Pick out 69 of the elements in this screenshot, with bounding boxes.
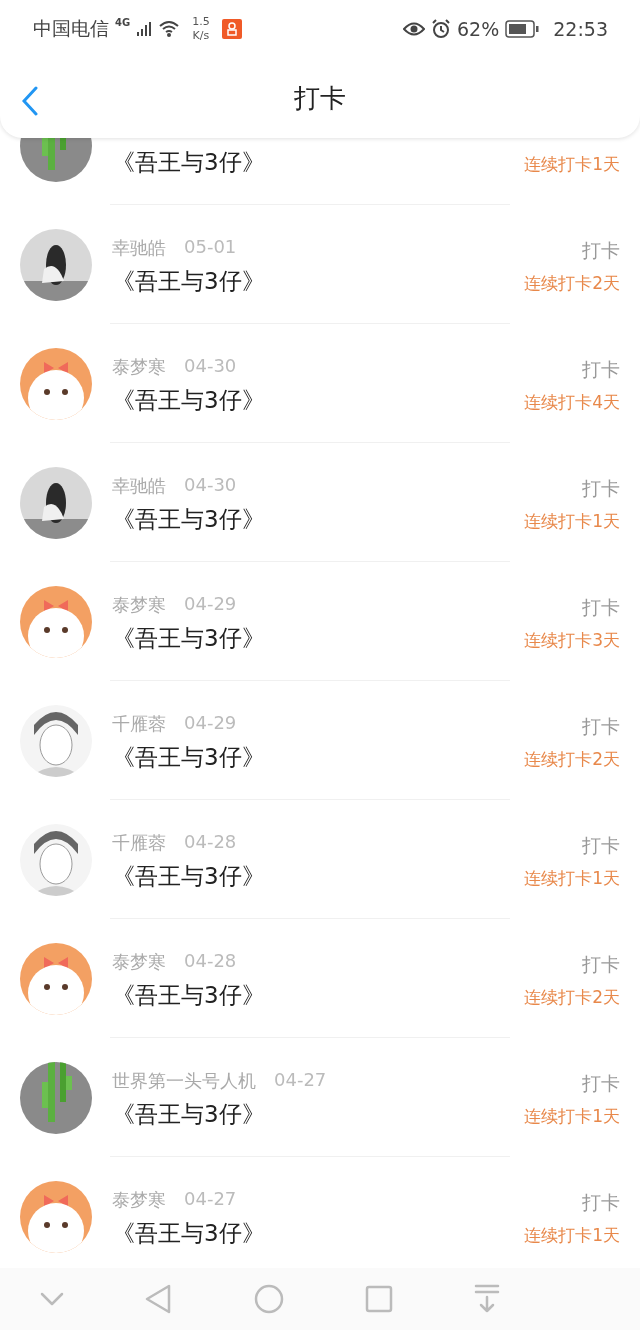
check-in-label: 打卡: [582, 595, 620, 620]
chevron-down-icon: [40, 1292, 65, 1306]
check-in-date: 04-29: [184, 593, 237, 616]
streak-label: 连续打卡2天: [524, 986, 620, 1009]
network-type: 4G: [115, 17, 131, 28]
book-title: 《吾王与3仔》: [112, 386, 266, 415]
streak-label: 连续打卡1天: [524, 1224, 620, 1247]
app-icon: [221, 19, 242, 39]
collapse-button[interactable]: [40, 1292, 65, 1306]
check-in-label: 打卡: [582, 714, 620, 739]
check-in-label: 打卡: [582, 1190, 620, 1215]
circle-home-icon: [254, 1284, 284, 1314]
streak-label: 连续打卡4天: [524, 391, 620, 414]
page-title: 打卡: [294, 81, 346, 115]
book-title: 《吾王与3仔》: [112, 862, 266, 891]
user-name: 泰梦寒: [112, 355, 166, 379]
alarm-icon: [431, 19, 451, 39]
pull-down-icon: [473, 1284, 500, 1314]
check-in-label: 打卡: [582, 476, 620, 501]
signal-icon: [136, 21, 153, 37]
notification-button[interactable]: [473, 1284, 500, 1314]
book-title: 《吾王与3仔》: [112, 743, 266, 772]
user-name: 世界第一头号人机: [112, 1069, 256, 1093]
battery-percent: 62%: [457, 18, 500, 40]
streak-label: 连续打卡1天: [524, 510, 620, 533]
clock-time: 22:53: [553, 18, 608, 40]
user-name: 泰梦寒: [112, 950, 166, 974]
check-in-date: 04-28: [184, 950, 237, 973]
streak-label: 连续打卡2天: [524, 272, 620, 295]
check-in-date: 04-30: [184, 474, 237, 497]
user-name: 幸驰皓: [112, 236, 166, 260]
recents-button[interactable]: [364, 1285, 393, 1313]
speed-unit: K/s: [192, 29, 210, 43]
book-title: 《吾王与3仔》: [112, 624, 266, 653]
check-in-label: 打卡: [582, 952, 620, 977]
user-name: 千雁蓉: [112, 831, 166, 855]
square-icon: [364, 1285, 393, 1313]
check-in-date: 04-28: [184, 831, 237, 854]
streak-label: 连续打卡1天: [524, 153, 620, 176]
streak-label: 连续打卡1天: [524, 867, 620, 890]
streak-label: 连续打卡2天: [524, 748, 620, 771]
home-button[interactable]: [254, 1284, 284, 1314]
wifi-icon: [158, 20, 181, 38]
check-in-label: 打卡: [582, 357, 620, 382]
user-name: 千雁蓉: [112, 712, 166, 736]
book-title: 《吾王与3仔》: [112, 505, 266, 534]
check-in-label: 打卡: [582, 833, 620, 858]
check-in-date: 04-29: [184, 712, 237, 735]
streak-label: 连续打卡3天: [524, 629, 620, 652]
book-title: 《吾王与3仔》: [112, 981, 266, 1010]
check-in-label: 打卡: [582, 238, 620, 263]
book-title: 《吾王与3仔》: [112, 148, 266, 177]
check-in-date: 04-30: [184, 355, 237, 378]
book-title: 《吾王与3仔》: [112, 1219, 266, 1248]
speed-value: 1.5: [192, 15, 210, 29]
user-name: 幸驰皓: [112, 474, 166, 498]
user-name: 泰梦寒: [112, 593, 166, 617]
book-title: 《吾王与3仔》: [112, 267, 266, 296]
user-name: 泰梦寒: [112, 1188, 166, 1212]
book-title: 《吾王与3仔》: [112, 1100, 266, 1129]
back-icon: [22, 86, 38, 116]
check-in-date: 04-27: [274, 1069, 327, 1092]
eye-icon: [403, 21, 425, 37]
battery-icon: [505, 20, 540, 38]
check-in-date: 04-27: [184, 1188, 237, 1211]
check-in-date: 05-01: [184, 236, 237, 259]
check-in-label: 打卡: [582, 1071, 620, 1096]
streak-label: 连续打卡1天: [524, 1105, 620, 1128]
carrier-name: 中国电信: [33, 16, 109, 41]
